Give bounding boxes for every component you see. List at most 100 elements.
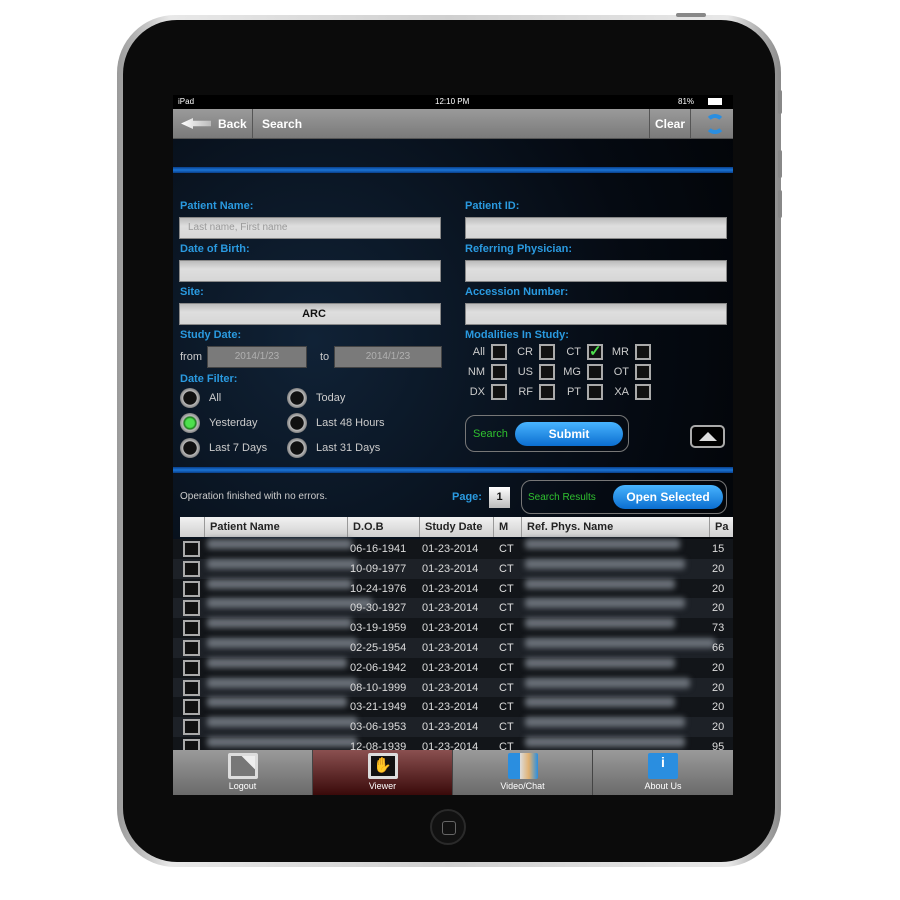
column-header-pa[interactable]: Pa: [710, 517, 733, 537]
modality-checkbox-mr[interactable]: [635, 344, 651, 360]
row-checkbox[interactable]: [183, 679, 200, 696]
modalities-label: Modalities In Study:: [465, 329, 569, 341]
triangle-up-icon: [699, 432, 717, 441]
modality-checkbox-rf[interactable]: [539, 384, 555, 400]
table-row[interactable]: 10-09-1977 01-23-2014 CT 20: [173, 558, 733, 579]
ref-phys-redacted: [525, 598, 685, 609]
modality-checkbox-pt[interactable]: [587, 384, 603, 400]
row-checkbox[interactable]: [183, 719, 200, 736]
date-filter-option[interactable]: Last 7 Days: [180, 438, 280, 460]
modality-checkbox-ct[interactable]: ✓: [587, 344, 603, 360]
table-row[interactable]: 08-10-1999 01-23-2014 CT 20: [173, 677, 733, 698]
accession-input[interactable]: [465, 303, 727, 325]
row-checkbox[interactable]: [183, 580, 200, 597]
column-header-modality[interactable]: M: [494, 517, 522, 537]
dob-cell: 09-30-1927: [350, 602, 407, 615]
ref-phys-redacted: [525, 578, 675, 589]
hand-icon: ✋: [367, 753, 398, 779]
table-row[interactable]: 03-19-1959 01-23-2014 CT 73: [173, 618, 733, 639]
patient-id-label: Patient ID:: [465, 200, 520, 212]
back-button[interactable]: Back: [173, 109, 253, 139]
row-checkbox[interactable]: [183, 560, 200, 577]
patient-name-redacted: [207, 737, 357, 747]
table-row[interactable]: 10-24-1976 01-23-2014 CT 20: [173, 578, 733, 599]
modality-checkbox-us[interactable]: [539, 364, 555, 380]
patient-name-input[interactable]: Last name, First name: [179, 217, 441, 239]
date-filter-option[interactable]: All: [180, 388, 280, 410]
row-checkbox[interactable]: [183, 600, 200, 617]
tab-about-us[interactable]: i About Us: [593, 750, 733, 795]
study-date-cell: 01-23-2014: [422, 543, 479, 555]
radio-button[interactable]: [180, 388, 200, 408]
from-date-input[interactable]: 2014/1/23: [207, 346, 307, 368]
table-row[interactable]: 06-16-1941 01-23-2014 CT 15: [173, 539, 733, 559]
modality-checkbox-cr[interactable]: [539, 344, 555, 360]
page-number[interactable]: 1: [489, 487, 510, 508]
from-label: from: [180, 351, 202, 363]
table-row[interactable]: 09-30-1927 01-23-2014 CT 20: [173, 598, 733, 619]
date-filter-option[interactable]: Yesterday: [180, 413, 280, 435]
row-checkbox[interactable]: [183, 541, 200, 557]
dob-cell: 10-09-1977: [350, 562, 407, 575]
divider: [173, 467, 733, 473]
dob-input[interactable]: [179, 260, 441, 282]
study-date-cell: 01-23-2014: [422, 582, 479, 595]
tab-viewer[interactable]: ✋ Viewer: [313, 750, 453, 795]
to-date-input[interactable]: 2014/1/23: [334, 346, 442, 368]
site-select[interactable]: ARC: [179, 303, 441, 325]
collapse-button[interactable]: [690, 425, 725, 448]
tab-bar: Logout ✋ Viewer Video/Chat i About Us: [173, 750, 733, 795]
referring-physician-input[interactable]: [465, 260, 727, 282]
row-checkbox[interactable]: [183, 659, 200, 676]
search-results-label: Search Results: [528, 492, 596, 503]
table-row[interactable]: 02-06-1942 01-23-2014 CT 20: [173, 657, 733, 678]
table-row[interactable]: 02-25-1954 01-23-2014 CT 66: [173, 638, 733, 658]
column-header-patient-name[interactable]: Patient Name: [205, 517, 348, 537]
search-panel: Search Submit: [465, 415, 629, 452]
radio-button[interactable]: [287, 413, 307, 433]
radio-button[interactable]: [180, 413, 200, 433]
modality-checkbox-mg[interactable]: [587, 364, 603, 380]
refresh-button[interactable]: [699, 109, 733, 139]
table-row[interactable]: 03-06-1953 01-23-2014 CT 20: [173, 717, 733, 738]
modality-checkbox-xa[interactable]: [635, 384, 651, 400]
radio-button[interactable]: [287, 388, 307, 408]
row-checkbox[interactable]: [183, 699, 200, 716]
column-header-dob[interactable]: D.O.B: [348, 517, 420, 537]
table-row[interactable]: 03-21-1949 01-23-2014 CT 20: [173, 697, 733, 718]
clear-button[interactable]: Clear: [649, 109, 691, 139]
patient-id-input[interactable]: [465, 217, 727, 239]
pa-cell: 73: [712, 622, 725, 635]
open-selected-button[interactable]: Open Selected: [613, 485, 723, 509]
pa-cell: 20: [712, 602, 725, 615]
dob-cell: 06-16-1941: [350, 543, 407, 555]
info-icon: i: [648, 753, 678, 779]
column-header-ref-phys[interactable]: Ref. Phys. Name: [522, 517, 710, 537]
column-header-study-date[interactable]: Study Date: [420, 517, 494, 537]
modality-checkbox-ot[interactable]: [635, 364, 651, 380]
date-filter-option[interactable]: Today: [287, 388, 387, 410]
modality-checkbox-nm[interactable]: [491, 364, 507, 380]
submit-button[interactable]: Submit: [515, 422, 623, 446]
dob-label: Date of Birth:: [180, 243, 250, 255]
modality-checkbox-all[interactable]: [491, 344, 507, 360]
modality-cell: CT: [499, 543, 514, 555]
radio-button[interactable]: [287, 438, 307, 458]
refresh-icon: [705, 114, 725, 134]
date-filter-option[interactable]: Last 48 Hours: [287, 413, 387, 435]
radio-label: Yesterday: [209, 417, 258, 429]
patient-name-redacted: [207, 539, 352, 549]
row-checkbox[interactable]: [183, 620, 200, 637]
logout-icon: [227, 753, 258, 779]
tab-video-chat[interactable]: Video/Chat: [453, 750, 593, 795]
modality-checkbox-dx[interactable]: [491, 384, 507, 400]
pa-cell: 20: [712, 562, 725, 575]
radio-button[interactable]: [180, 438, 200, 458]
dob-cell: 03-19-1959: [350, 622, 407, 635]
ref-phys-redacted: [525, 539, 680, 549]
home-button[interactable]: [430, 809, 466, 845]
tab-logout[interactable]: Logout: [173, 750, 313, 795]
date-filter-option[interactable]: Last 31 Days: [287, 438, 387, 460]
to-label: to: [320, 351, 330, 363]
row-checkbox[interactable]: [183, 640, 200, 656]
